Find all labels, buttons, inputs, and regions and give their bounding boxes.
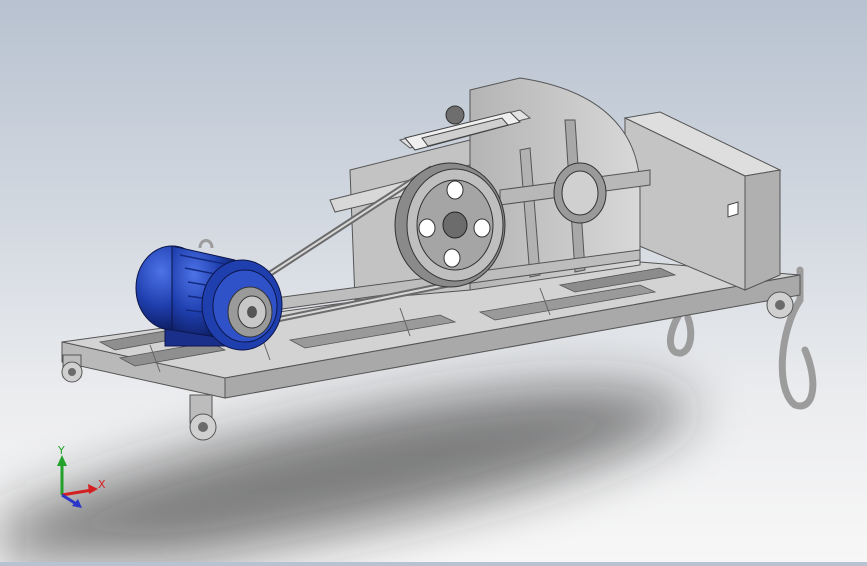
- large-pulley[interactable]: [394, 162, 506, 288]
- bearing-end-cap[interactable]: [553, 162, 607, 224]
- base-lug-left[interactable]: [61, 361, 83, 383]
- x-axis-label: X: [98, 478, 106, 491]
- breather-cap-icon: [445, 105, 465, 125]
- cad-graphics-viewport[interactable]: Y X: [0, 0, 867, 562]
- base-lug-front[interactable]: [189, 413, 217, 441]
- motor-eyebolt-icon: [198, 239, 214, 249]
- base-lug-right[interactable]: [766, 291, 794, 319]
- motor-pulley[interactable]: [227, 286, 273, 338]
- ground-shadow: [0, 386, 700, 562]
- y-axis-label: Y: [57, 444, 65, 457]
- model-scene[interactable]: Y X: [0, 0, 867, 562]
- housing-window: [727, 201, 739, 218]
